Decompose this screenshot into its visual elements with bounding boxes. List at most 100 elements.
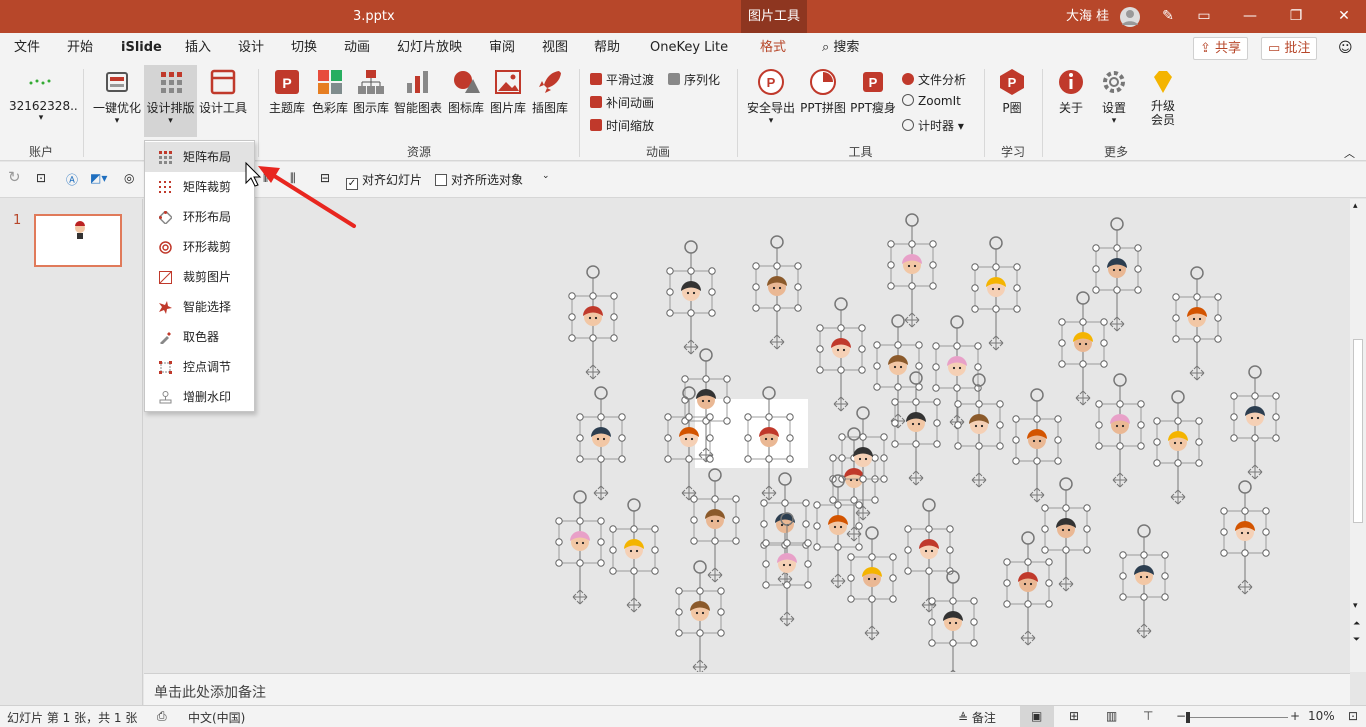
user-name[interactable]: 大海 桂 — [1066, 0, 1109, 33]
slide-thumbnail[interactable] — [34, 214, 122, 267]
selected-image[interactable] — [1119, 524, 1169, 639]
serialize-button[interactable]: 序列化 — [668, 71, 720, 88]
share-button[interactable]: ⇪ 共享 — [1193, 37, 1249, 60]
zoom-level[interactable]: 10% — [1308, 709, 1335, 723]
icon-library-button[interactable]: 图标库 — [446, 67, 486, 116]
menu-item-watermark[interactable]: 增删水印 — [145, 382, 254, 412]
selected-image[interactable] — [816, 297, 866, 412]
selected-image[interactable] — [954, 373, 1004, 488]
tab-transitions[interactable]: 切换 — [291, 33, 317, 63]
safe-export-button[interactable]: P 安全导出 ▾ — [745, 67, 797, 126]
selected-images-layer[interactable] — [144, 199, 1349, 672]
selected-image[interactable] — [1172, 266, 1222, 381]
collapse-ribbon-icon[interactable]: ︿ — [1344, 145, 1355, 161]
comment-button[interactable]: ▭ 批注 — [1261, 37, 1318, 60]
theme-library-button[interactable]: P 主题库 — [266, 67, 308, 116]
tab-animations[interactable]: 动画 — [344, 33, 370, 63]
picture-tools-context-tab[interactable]: 图片工具 — [741, 0, 807, 33]
slide-sorter-icon[interactable]: ⊞ — [1069, 709, 1079, 723]
illustration-library-button[interactable]: 插图库 — [529, 67, 571, 116]
notes-toggle[interactable]: ≜ 备注 — [958, 709, 996, 726]
menu-item-matrix-layout[interactable]: 矩阵布局 — [145, 142, 254, 172]
spellcheck-icon[interactable]: ⎙ — [157, 709, 167, 724]
zoom-slider-thumb[interactable] — [1186, 712, 1190, 723]
tab-view[interactable]: 视图 — [542, 33, 568, 63]
optimize-button[interactable]: 一键优化 ▾ — [91, 67, 143, 126]
minimize-icon[interactable]: — — [1232, 0, 1268, 33]
selected-image[interactable] — [1058, 291, 1108, 406]
selected-image[interactable] — [1095, 373, 1145, 488]
menu-item-color-picker[interactable]: 取色器 — [145, 322, 254, 352]
selected-image[interactable] — [675, 560, 725, 672]
diagram-library-button[interactable]: 图示库 — [351, 67, 391, 116]
menu-item-crop-image[interactable]: 裁剪图片 — [145, 262, 254, 292]
tab-insert[interactable]: 插入 — [185, 33, 211, 63]
insert-slide-icon[interactable]: ⊡ — [36, 171, 46, 185]
tab-format[interactable]: 格式 — [760, 33, 786, 63]
selected-image[interactable] — [690, 468, 740, 583]
zoom-in-icon[interactable]: + — [1290, 709, 1300, 723]
restore-icon[interactable]: ❐ — [1278, 0, 1314, 33]
selected-image[interactable] — [1153, 390, 1203, 505]
language[interactable]: 中文(中国) — [188, 709, 245, 726]
tab-design[interactable]: 设计 — [238, 33, 264, 63]
next-slide-icon[interactable]: ⏷ — [1353, 635, 1360, 645]
scroll-up-icon[interactable]: ▴ — [1353, 201, 1358, 211]
file-analysis-button[interactable]: 文件分析 — [902, 71, 966, 88]
align-selected-checkbox[interactable]: 对齐所选对象 — [435, 171, 523, 188]
scroll-down-icon[interactable]: ▾ — [1353, 601, 1358, 611]
avatar[interactable] — [1112, 0, 1148, 33]
selected-image[interactable] — [1230, 365, 1280, 480]
tween-animation-button[interactable]: 补间动画 — [590, 94, 654, 111]
align-icon[interactable]: ⫴ — [263, 171, 268, 186]
selected-image[interactable] — [904, 498, 954, 613]
selected-image[interactable] — [1012, 388, 1062, 503]
tab-review[interactable]: 审阅 — [489, 33, 515, 63]
selected-image[interactable] — [838, 406, 888, 521]
vertical-scrollbar[interactable]: ▴ ▾ ⏶ ⏷ — [1350, 199, 1366, 672]
shape-icon[interactable]: ◩▾ — [90, 171, 107, 185]
slideshow-icon[interactable]: ⊤ — [1143, 709, 1153, 723]
smart-chart-button[interactable]: 智能图表 — [393, 67, 443, 116]
settings-button[interactable]: 设置 ▾ — [1094, 67, 1134, 126]
notes-pane[interactable]: 单击此处添加备注 — [144, 673, 1350, 705]
menu-item-smart-select[interactable]: 智能选择 — [145, 292, 254, 322]
selected-image[interactable] — [928, 570, 978, 672]
zoom-slider[interactable] — [1188, 717, 1288, 718]
selected-image[interactable] — [1092, 217, 1142, 332]
close-icon[interactable]: ✕ — [1326, 0, 1362, 33]
merge-shapes-icon[interactable]: ◎ — [124, 171, 134, 185]
menu-item-ring-crop[interactable]: 环形裁剪 — [145, 232, 254, 262]
prev-slide-icon[interactable]: ⏶ — [1353, 619, 1360, 629]
selected-image[interactable] — [666, 240, 716, 355]
menu-item-handle-adjust[interactable]: 控点调节 — [145, 352, 254, 382]
menu-item-matrix-crop[interactable]: 矩阵裁剪 — [145, 172, 254, 202]
time-scale-button[interactable]: 时间缩放 — [590, 117, 654, 134]
zoomit-button[interactable]: ZoomIt — [902, 94, 961, 108]
tab-help[interactable]: 帮助 — [594, 33, 620, 63]
fit-slide-icon[interactable]: ⊡ — [1348, 709, 1358, 723]
align-slide-checkbox[interactable]: ✓ 对齐幻灯片 — [346, 171, 422, 190]
pen-icon[interactable]: ✎ — [1150, 0, 1186, 33]
distribute-vertical-icon[interactable]: ⊟ — [320, 171, 330, 185]
tab-home[interactable]: 开始 — [67, 33, 93, 63]
selected-image[interactable] — [971, 236, 1021, 351]
reading-view-icon[interactable]: ▥ — [1106, 709, 1117, 723]
zoom-out-icon[interactable]: − — [1176, 709, 1186, 723]
layout-button[interactable]: 设计排版 ▾ — [144, 65, 197, 137]
about-button[interactable]: 关于 — [1050, 67, 1092, 116]
upgrade-button[interactable]: 升级会员 — [1142, 67, 1184, 127]
menu-item-ring-layout[interactable]: 环形布局 — [145, 202, 254, 232]
selected-image[interactable] — [847, 526, 897, 641]
selected-image[interactable] — [932, 315, 982, 430]
selected-image[interactable] — [555, 490, 605, 605]
timer-button[interactable]: 计时器 ▾ — [902, 117, 964, 134]
selected-image[interactable] — [887, 213, 937, 328]
selected-image[interactable] — [762, 512, 812, 627]
selected-image[interactable] — [609, 498, 659, 613]
search-box[interactable]: ⌕ 搜索 — [822, 33, 859, 63]
tab-slideshow[interactable]: 幻灯片放映 — [397, 33, 462, 63]
design-tools-button[interactable]: 设计工具 — [198, 67, 248, 116]
ppt-puzzle-button[interactable]: PPT拼图 — [799, 67, 847, 116]
tab-file[interactable]: 文件 — [14, 33, 40, 63]
